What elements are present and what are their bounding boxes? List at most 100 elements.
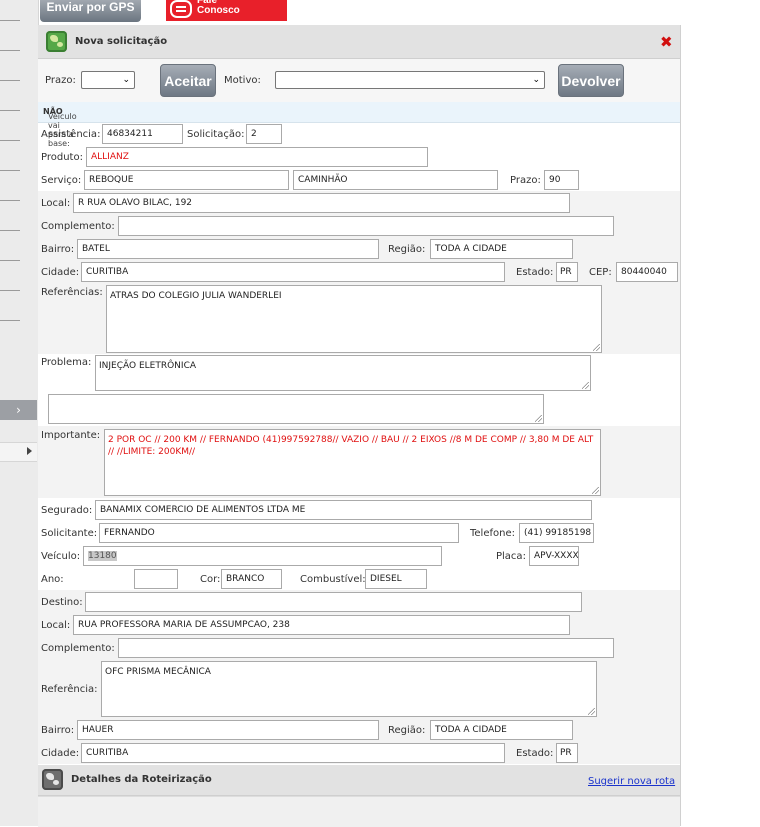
destino-complemento-label: Complemento: <box>41 643 115 654</box>
cor-label: Cor: <box>200 574 221 585</box>
veiculo-value: 13180 <box>88 551 117 561</box>
servico-input[interactable]: REBOQUE <box>84 170 289 190</box>
referencias-textarea[interactable]: ATRAS DO COLEGIO JULIA WANDERLEI <box>106 285 602 353</box>
chevron-down-icon: ⌄ <box>532 75 540 85</box>
veiculo-label: Veículo: <box>41 551 81 562</box>
assistencia-label: Assistência: <box>41 129 101 140</box>
regiao-label: Região: <box>388 244 426 255</box>
complemento-input[interactable] <box>118 216 614 236</box>
globe-icon <box>42 769 63 790</box>
referencias-label: Referências: <box>41 287 103 298</box>
sidebar-divider <box>0 290 20 291</box>
action-toolbar: Prazo: ⌄ Aceitar Motivo: ⌄ Devolver <box>38 59 680 103</box>
destino-referencia-textarea[interactable]: OFC PRISMA MECÂNICA <box>101 661 597 717</box>
bairro-label: Bairro: <box>41 244 75 255</box>
regiao-input[interactable]: TODA A CIDADE <box>430 239 573 259</box>
combustivel-input[interactable]: DIESEL <box>365 569 427 589</box>
destino-estado-input[interactable]: PR <box>556 743 578 763</box>
problema-label: Problema: <box>41 357 92 368</box>
left-sidebar: › <box>0 0 39 826</box>
ano-input[interactable] <box>134 569 178 589</box>
accept-button[interactable]: Aceitar <box>160 64 216 97</box>
placa-input[interactable]: APV-XXXX <box>529 546 579 566</box>
cep-input[interactable]: 80440040 <box>616 262 678 282</box>
route-details-content <box>38 796 680 827</box>
estado-input[interactable]: PR <box>556 262 578 282</box>
produto-label: Produto: <box>41 152 83 163</box>
prazo-select[interactable]: ⌄ <box>81 71 135 89</box>
cep-label: CEP: <box>589 267 612 278</box>
cidade-input[interactable]: CURITIBA <box>81 262 505 282</box>
sidebar-divider <box>0 50 20 51</box>
prazo-input[interactable]: 90 <box>544 170 579 190</box>
servico-label: Serviço: <box>41 175 82 186</box>
send-gps-button[interactable]: Enviar por GPS <box>40 0 141 22</box>
chevron-down-icon: ⌄ <box>122 75 130 85</box>
telefone-input[interactable]: (41) 99185198 <box>519 523 594 543</box>
new-request-panel: Nova solicitação ✖ Prazo: ⌄ Aceitar Moti… <box>38 25 681 827</box>
importante-label: Importante: <box>41 430 101 441</box>
sidebar-divider <box>0 140 20 141</box>
sidebar-divider <box>0 170 20 171</box>
problema-textarea[interactable]: INJEÇÃO ELETRÔNICA <box>95 355 591 391</box>
expand-sidebar-button[interactable]: › <box>0 400 37 420</box>
combustivel-label: Combustível: <box>300 574 366 585</box>
caret-right-icon <box>27 447 32 455</box>
vehicle-base-info: Veículo vai para a base: NÃO <box>38 102 680 148</box>
panel-title: Nova solicitação <box>75 36 168 47</box>
produto-input[interactable]: ALLIANZ <box>86 147 428 167</box>
solicitacao-label: Solicitação: <box>187 129 245 140</box>
assistencia-input[interactable]: 46834211 <box>102 124 183 144</box>
sidebar-divider <box>0 20 20 21</box>
cor-input[interactable]: BRANCO <box>221 569 282 589</box>
return-button[interactable]: Devolver <box>558 64 624 97</box>
cidade-label: Cidade: <box>41 267 80 278</box>
servico-type-input[interactable]: CAMINHÃO <box>293 170 498 190</box>
sidebar-divider <box>0 200 20 201</box>
prazo-label: Prazo: <box>45 75 76 86</box>
local-input[interactable]: R RUA OLAVO BILAC, 192 <box>73 193 570 213</box>
telefone-label: Telefone: <box>470 528 515 539</box>
destino-bairro-input[interactable]: HAUER <box>77 720 379 740</box>
destino-bairro-label: Bairro: <box>41 725 75 736</box>
problema-extra-textarea[interactable] <box>48 394 544 424</box>
complemento-label: Complemento: <box>41 221 115 232</box>
destino-cidade-label: Cidade: <box>41 748 80 759</box>
solicitante-input[interactable]: FERNANDO <box>99 523 459 543</box>
veiculo-input[interactable]: 13180 <box>83 546 442 566</box>
destino-regiao-input[interactable]: TODA A CIDADE <box>430 720 573 740</box>
suggest-route-link[interactable]: Sugerir nova rota <box>588 776 675 787</box>
destino-local-label: Local: <box>41 620 71 631</box>
contact-us-label: Fale Conosco <box>197 0 240 16</box>
motivo-select[interactable]: ⌄ <box>275 71 545 89</box>
destino-referencia-label: Referência: <box>41 684 98 695</box>
prazo-field-label: Prazo: <box>510 175 541 186</box>
destino-complemento-input[interactable] <box>118 638 614 658</box>
destino-input[interactable] <box>85 592 582 612</box>
sidebar-divider <box>0 260 20 261</box>
estado-label: Estado: <box>516 267 554 278</box>
local-label: Local: <box>41 198 71 209</box>
sidebar-divider <box>0 320 20 321</box>
contact-us-button[interactable]: Fale Conosco <box>166 0 287 21</box>
route-details-title: Detalhes da Roteirização <box>71 774 212 785</box>
route-details-header: Detalhes da Roteirização Sugerir nova ro… <box>38 765 680 796</box>
close-icon[interactable]: ✖ <box>660 35 673 50</box>
sidebar-divider <box>0 110 20 111</box>
panel-header: Nova solicitação ✖ <box>38 25 680 59</box>
destino-label: Destino: <box>41 597 83 608</box>
bairro-input[interactable]: BATEL <box>77 239 379 259</box>
ano-label: Ano: <box>41 574 64 585</box>
segurado-label: Segurado: <box>41 505 93 516</box>
importante-textarea[interactable]: 2 POR OC // 200 KM // FERNANDO (41)99759… <box>104 429 601 496</box>
destino-local-input[interactable]: RUA PROFESSORA MARIA DE ASSUMPCAO, 238 <box>73 615 570 635</box>
destino-cidade-input[interactable]: CURITIBA <box>81 743 505 763</box>
motivo-label: Motivo: <box>224 75 261 86</box>
globe-map-icon <box>46 31 67 52</box>
chat-bubble-icon <box>170 0 192 18</box>
destino-regiao-label: Região: <box>388 725 426 736</box>
solicitacao-input[interactable]: 2 <box>246 124 282 144</box>
segurado-input[interactable]: BANAMIX COMERCIO DE ALIMENTOS LTDA ME <box>95 500 592 520</box>
solicitante-label: Solicitante: <box>41 528 98 539</box>
sidebar-divider <box>0 80 20 81</box>
